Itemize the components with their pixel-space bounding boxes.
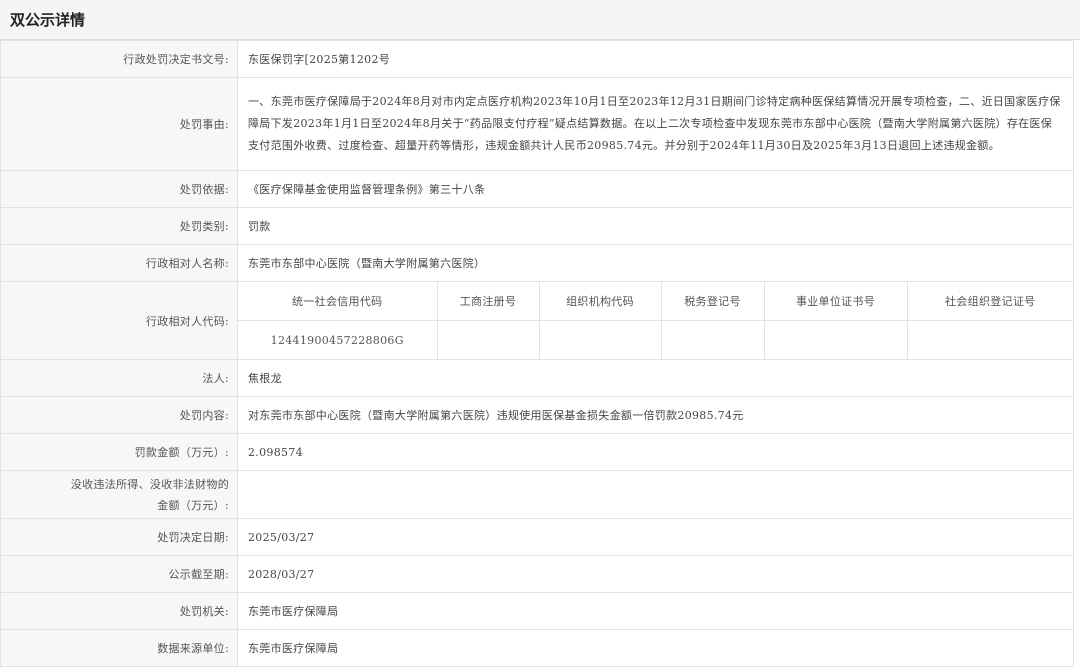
row-decision-no: 行政处罚决定书文号: 东医保罚字[2025第1202号 [0, 40, 1074, 78]
decision-date-label: 处罚决定日期: [0, 518, 238, 556]
row-party-code: 行政相对人代码: 统一社会信用代码 工商注册号 组织机构代码 税务登记号 事业单… [0, 281, 1074, 360]
party-name-value: 东莞市东部中心医院（暨南大学附属第六医院） [237, 244, 1074, 282]
party-code-label: 行政相对人代码: [0, 281, 238, 360]
content-value: 对东莞市东部中心医院（暨南大学附属第六医院）违规使用医保基金损失金额一倍罚款20… [237, 396, 1074, 434]
legal-person-label: 法人: [0, 359, 238, 397]
confiscation-label-line2: 金额（万元）: [157, 498, 229, 512]
code-value-org-code [538, 320, 662, 359]
party-code-table: 统一社会信用代码 工商注册号 组织机构代码 税务登记号 事业单位证书号 社会组织… [238, 282, 1073, 359]
code-value-business-reg [436, 320, 540, 359]
code-value-row: 12441900457228806G [238, 320, 1073, 359]
party-code-cell: 统一社会信用代码 工商注册号 组织机构代码 税务登记号 事业单位证书号 社会组织… [237, 281, 1074, 360]
code-value-credit: 12441900457228806G [238, 320, 438, 359]
category-label: 处罚类别: [0, 207, 238, 245]
authority-label: 处罚机关: [0, 592, 238, 630]
decision-no-value: 东医保罚字[2025第1202号 [237, 40, 1074, 78]
row-reason: 处罚事由: 一、东莞市医疗保障局于2024年8月对市内定点医疗机构2023年10… [0, 77, 1074, 171]
row-legal-person: 法人: 焦根龙 [0, 359, 1074, 397]
basis-label: 处罚依据: [0, 170, 238, 208]
code-header-org-code: 组织机构代码 [538, 282, 662, 321]
publicity-deadline-value: 2028/03/27 [237, 555, 1074, 593]
decision-no-label: 行政处罚决定书文号: [0, 40, 238, 78]
row-confiscation: 没收违法所得、没收非法财物的 金额（万元）: [0, 470, 1074, 519]
row-publicity-deadline: 公示截至期: 2028/03/27 [0, 555, 1074, 593]
code-header-credit: 统一社会信用代码 [238, 282, 438, 321]
code-value-social-org [906, 320, 1073, 359]
publicity-deadline-label: 公示截至期: [0, 555, 238, 593]
code-header-row: 统一社会信用代码 工商注册号 组织机构代码 税务登记号 事业单位证书号 社会组织… [238, 282, 1073, 321]
code-header-social-org: 社会组织登记证号 [906, 282, 1073, 321]
basis-value: 《医疗保障基金使用监督管理条例》第三十八条 [237, 170, 1074, 208]
confiscation-value [237, 470, 1074, 519]
authority-value: 东莞市医疗保障局 [237, 592, 1074, 630]
double-publicity-panel: 双公示详情 行政处罚决定书文号: 东医保罚字[2025第1202号 处罚事由: … [0, 0, 1080, 667]
code-value-tax-reg [660, 320, 765, 359]
panel-header: 双公示详情 [0, 0, 1080, 40]
row-data-source: 数据来源单位: 东莞市医疗保障局 [0, 629, 1074, 667]
party-name-label: 行政相对人名称: [0, 244, 238, 282]
confiscation-label-line1: 没收违法所得、没收非法财物的 [70, 477, 229, 491]
row-authority: 处罚机关: 东莞市医疗保障局 [0, 592, 1074, 630]
row-category: 处罚类别: 罚款 [0, 207, 1074, 245]
decision-date-value: 2025/03/27 [237, 518, 1074, 556]
reason-value: 一、东莞市医疗保障局于2024年8月对市内定点医疗机构2023年10月1日至20… [237, 77, 1074, 171]
fine-label: 罚款金额（万元）: [0, 433, 238, 471]
row-decision-date: 处罚决定日期: 2025/03/27 [0, 518, 1074, 556]
row-basis: 处罚依据: 《医疗保障基金使用监督管理条例》第三十八条 [0, 170, 1074, 208]
page-title: 双公示详情 [10, 11, 86, 29]
row-content: 处罚内容: 对东莞市东部中心医院（暨南大学附属第六医院）违规使用医保基金损失金额… [0, 396, 1074, 434]
data-source-label: 数据来源单位: [0, 629, 238, 667]
row-fine: 罚款金额（万元）: 2.098574 [0, 433, 1074, 471]
fine-value: 2.098574 [237, 433, 1074, 471]
code-header-tax-reg: 税务登记号 [660, 282, 765, 321]
code-header-business-reg: 工商注册号 [436, 282, 540, 321]
legal-person-value: 焦根龙 [237, 359, 1074, 397]
row-party-name: 行政相对人名称: 东莞市东部中心医院（暨南大学附属第六医院） [0, 244, 1074, 282]
confiscation-label: 没收违法所得、没收非法财物的 金额（万元）: [0, 470, 238, 519]
detail-table: 行政处罚决定书文号: 东医保罚字[2025第1202号 处罚事由: 一、东莞市医… [0, 40, 1074, 667]
code-header-institution-cert: 事业单位证书号 [763, 282, 908, 321]
reason-label: 处罚事由: [0, 77, 238, 171]
category-value: 罚款 [237, 207, 1074, 245]
code-value-institution-cert [763, 320, 908, 359]
data-source-value: 东莞市医疗保障局 [237, 629, 1074, 667]
content-label: 处罚内容: [0, 396, 238, 434]
